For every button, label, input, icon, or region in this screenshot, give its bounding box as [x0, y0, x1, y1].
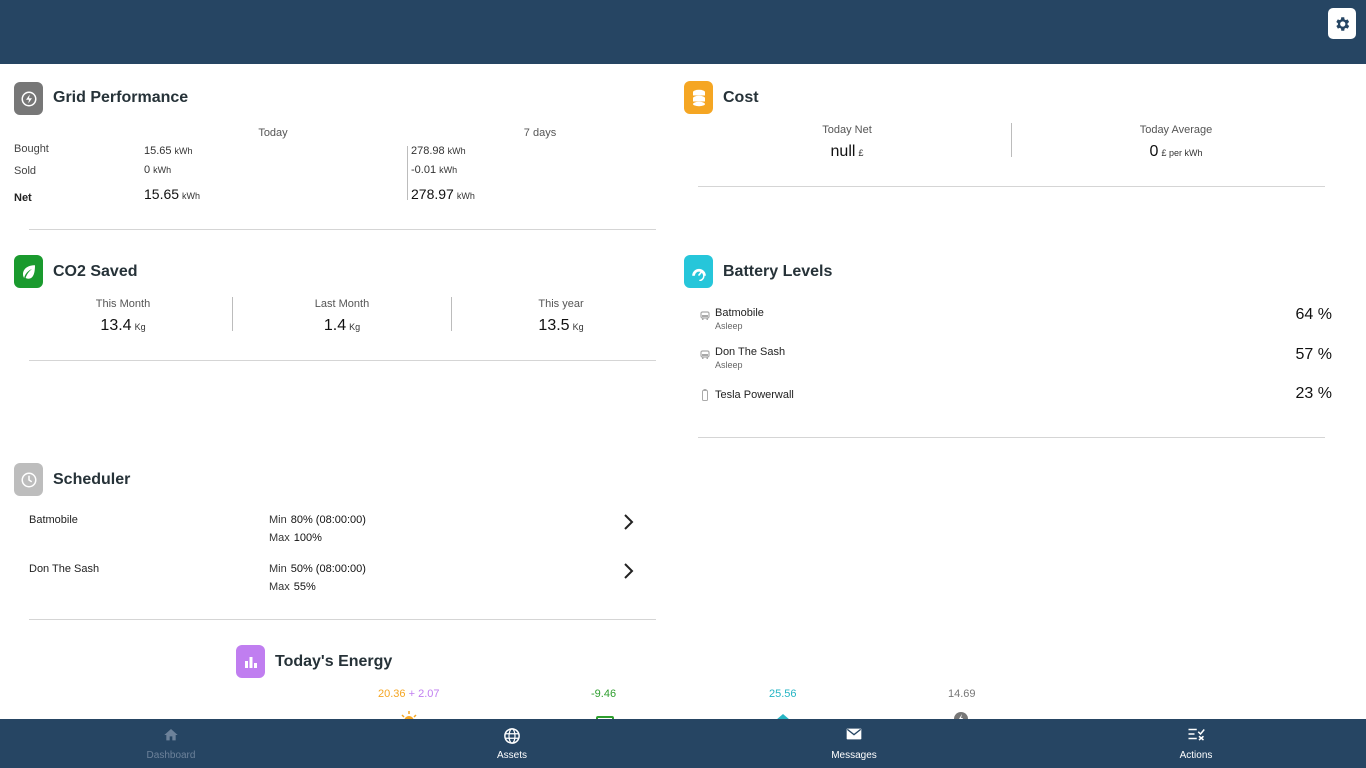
- home-icon: [164, 729, 178, 741]
- co2-divider-vertical: [232, 297, 233, 331]
- co2-label: This year: [538, 298, 584, 310]
- settings-button[interactable]: [1328, 8, 1356, 39]
- grid-col-today: Today: [258, 127, 288, 139]
- coins-icon: [692, 89, 705, 106]
- bottom-navigation: Dashboard Assets Messages Actions: [0, 719, 1366, 768]
- energy-grid-value: -9.46: [591, 688, 617, 700]
- grid-row-label: Net: [14, 192, 32, 204]
- grid-sold-week: -0.01 kWh: [411, 164, 458, 176]
- battery-item-name: Tesla Powerwall: [715, 389, 794, 401]
- scheduler-item-name: Batmobile: [29, 514, 78, 526]
- battery-item-percent: 57 %: [1295, 346, 1332, 363]
- energy-home-value: 25.56: [769, 688, 797, 700]
- battery-levels-title: Battery Levels: [723, 263, 833, 280]
- co2-divider-vertical: [451, 297, 452, 331]
- cost-today-net-label: Today Net: [822, 124, 872, 136]
- mail-icon: [846, 728, 862, 740]
- scheduler-title: Scheduler: [53, 471, 131, 488]
- car-icon: [700, 347, 710, 365]
- bolt-circle-icon: [21, 91, 36, 106]
- battery-item-status: Asleep: [715, 360, 743, 370]
- cost-title: Cost: [723, 89, 759, 106]
- chevron-right-icon[interactable]: [622, 562, 634, 585]
- todays-energy-icon: [236, 645, 265, 678]
- grid-divider: [29, 229, 656, 230]
- scheduler-item-min: Min 80% (08:00:00): [269, 514, 366, 526]
- grid-performance-title: Grid Performance: [53, 89, 189, 106]
- nav-messages-label: Messages: [831, 750, 877, 761]
- battery-icon: [702, 388, 708, 406]
- co2-label: Last Month: [314, 298, 370, 310]
- cost-today-average-label: Today Average: [1139, 124, 1213, 136]
- grid-performance-icon: [14, 82, 43, 115]
- globe-icon: [504, 728, 520, 744]
- battery-item-name: Don The Sash: [715, 346, 786, 358]
- battery-item-percent: 23 %: [1295, 385, 1332, 402]
- co2-title: CO2 Saved: [53, 263, 138, 280]
- nav-dashboard[interactable]: Dashboard: [111, 719, 231, 768]
- energy-solar-value: 20.36 + 2.07: [378, 688, 440, 700]
- nav-actions-label: Actions: [1179, 750, 1213, 761]
- scheduler-item-max: Max 100%: [269, 532, 322, 544]
- grid-net-week: 278.97 kWh: [411, 186, 475, 202]
- grid-row-label: Bought: [14, 143, 49, 155]
- co2-divider: [29, 360, 656, 361]
- battery-divider: [698, 437, 1325, 438]
- cost-today-average-value: 0 £ per kWh: [1149, 143, 1203, 160]
- todays-energy-title: Today's Energy: [275, 653, 393, 670]
- co2-value: 13.5 Kg: [538, 317, 584, 334]
- cost-divider: [698, 186, 1325, 187]
- grid-col-divider: [407, 146, 408, 200]
- cost-today-net-value: null £: [830, 143, 864, 160]
- co2-value: 13.4 Kg: [100, 317, 146, 334]
- scheduler-divider: [29, 619, 656, 620]
- nav-messages[interactable]: Messages: [794, 719, 914, 768]
- bar-chart-icon: [244, 656, 257, 668]
- battery-item-status: Asleep: [715, 321, 743, 331]
- chevron-right-icon[interactable]: [622, 513, 634, 536]
- clock-icon: [21, 472, 36, 487]
- cost-icon: [684, 81, 713, 114]
- gear-icon: [1336, 16, 1350, 31]
- scheduler-item-name: Don The Sash: [29, 563, 100, 575]
- grid-net-today: 15.65 kWh: [144, 186, 201, 202]
- top-app-bar: [0, 0, 1366, 64]
- energy-other-value: 14.69: [948, 688, 976, 700]
- grid-col-7days: 7 days: [523, 127, 557, 139]
- nav-dashboard-label: Dashboard: [146, 750, 196, 761]
- co2-icon: [14, 255, 43, 288]
- nav-actions[interactable]: Actions: [1136, 719, 1256, 768]
- scheduler-item-min: Min 50% (08:00:00): [269, 563, 366, 575]
- grid-bought-today: 15.65 kWh: [144, 145, 193, 157]
- gauge-icon: [691, 268, 706, 281]
- nav-assets-label: Assets: [496, 750, 527, 761]
- battery-item-percent: 64 %: [1295, 306, 1332, 323]
- nav-assets[interactable]: Assets: [452, 719, 572, 768]
- leaf-icon: [22, 264, 35, 279]
- cost-divider-vertical: [1011, 123, 1012, 157]
- co2-label: This Month: [95, 298, 151, 310]
- grid-bought-week: 278.98 kWh: [411, 145, 466, 157]
- car-icon: [700, 308, 710, 326]
- grid-row-label: Sold: [14, 165, 37, 177]
- grid-sold-today: 0 kWh: [144, 164, 172, 176]
- scheduler-item-max: Max 55%: [269, 581, 316, 593]
- actions-icon: [1188, 728, 1205, 741]
- co2-value: 1.4 Kg: [323, 317, 361, 334]
- battery-levels-icon: [684, 255, 713, 288]
- battery-item-name: Batmobile: [715, 307, 764, 319]
- scheduler-icon: [14, 463, 43, 496]
